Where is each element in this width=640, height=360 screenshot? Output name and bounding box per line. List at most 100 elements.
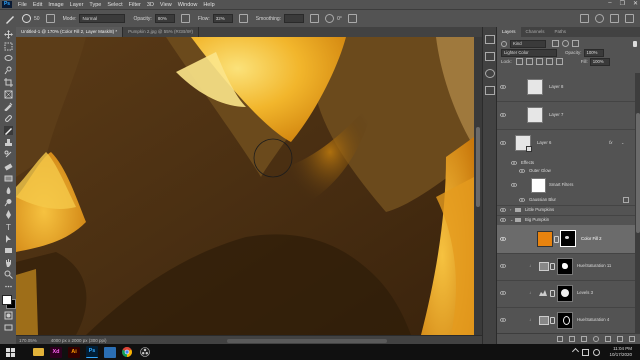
lock-paint-icon[interactable] bbox=[525, 58, 533, 65]
mask-link-icon[interactable] bbox=[550, 263, 555, 270]
menu-edit[interactable]: Edit bbox=[33, 2, 42, 8]
marquee-tool-icon[interactable] bbox=[4, 42, 13, 51]
visibility-eye-icon[interactable] bbox=[519, 198, 525, 202]
menu-select[interactable]: Select bbox=[107, 2, 122, 8]
lasso-tool-icon[interactable] bbox=[4, 54, 13, 63]
lock-artboard-icon[interactable] bbox=[545, 58, 553, 65]
adjustments-panel-icon[interactable] bbox=[485, 69, 495, 78]
fill-color-thumbnail[interactable] bbox=[537, 231, 553, 247]
mask-link-icon[interactable] bbox=[554, 236, 559, 243]
visibility-eye-icon[interactable] bbox=[511, 183, 517, 187]
type-tool-icon[interactable]: T bbox=[4, 222, 13, 231]
visibility-eye-icon[interactable] bbox=[500, 141, 506, 145]
workspace-icon[interactable] bbox=[610, 14, 619, 23]
menu-filter[interactable]: Filter bbox=[129, 2, 141, 8]
brush-settings-icon[interactable] bbox=[45, 14, 55, 23]
visibility-eye-icon[interactable] bbox=[500, 291, 506, 295]
document-info[interactable]: 4000 px x 2000 px (300 ppi) bbox=[51, 338, 107, 343]
visibility-eye-icon[interactable] bbox=[500, 318, 506, 322]
windows-start-icon[interactable] bbox=[6, 347, 15, 357]
frame-tool-icon[interactable] bbox=[4, 90, 13, 99]
visibility-eye-icon[interactable] bbox=[500, 113, 506, 117]
lock-pixels-icon[interactable] bbox=[515, 58, 523, 65]
brush-tool-icon[interactable] bbox=[4, 14, 16, 24]
taskbar-clock[interactable]: 11:04 PM 10/17/2020 bbox=[609, 346, 632, 358]
share-icon[interactable] bbox=[625, 14, 634, 23]
filter-adjustment-icon[interactable] bbox=[562, 40, 569, 47]
menu-image[interactable]: Image bbox=[48, 2, 63, 8]
new-adjustment-icon[interactable] bbox=[593, 336, 599, 342]
search-icon[interactable] bbox=[595, 14, 604, 23]
effect-row[interactable]: Outer Glow bbox=[497, 167, 635, 175]
visibility-eye-icon[interactable] bbox=[500, 237, 506, 241]
layer-mask-thumbnail[interactable] bbox=[560, 230, 576, 247]
visibility-eye-icon[interactable] bbox=[500, 218, 506, 222]
brush-size[interactable]: 50 bbox=[34, 16, 40, 22]
link-layers-icon[interactable] bbox=[557, 336, 563, 342]
effect-name[interactable]: Outer Glow bbox=[529, 168, 551, 173]
layers-scroll-thumb[interactable] bbox=[636, 113, 640, 233]
filter-pixel-icon[interactable] bbox=[552, 40, 559, 47]
properties-panel-icon[interactable] bbox=[485, 52, 495, 61]
eraser-tool-icon[interactable] bbox=[3, 162, 13, 171]
tray-volume-icon[interactable] bbox=[593, 349, 600, 356]
taskbar-illustrator-icon[interactable]: Ai bbox=[68, 346, 80, 358]
layers-scrollbar[interactable] bbox=[635, 73, 640, 333]
hand-tool-icon[interactable] bbox=[4, 258, 13, 267]
brush-preset-icon[interactable] bbox=[22, 14, 31, 23]
filter-options-icon[interactable] bbox=[623, 197, 629, 203]
collapse-arrow-icon[interactable]: › bbox=[510, 207, 511, 212]
canvas-vertical-scrollbar[interactable] bbox=[474, 37, 482, 335]
angle-value[interactable]: 0° bbox=[337, 16, 342, 22]
healing-brush-tool-icon[interactable] bbox=[4, 114, 13, 123]
expand-arrow-icon[interactable]: ⌄ bbox=[621, 140, 624, 145]
color-swatches[interactable] bbox=[1, 294, 16, 309]
filter-mask-thumbnail[interactable] bbox=[531, 178, 546, 193]
filter-toggle-icon[interactable] bbox=[633, 40, 637, 47]
group-name[interactable]: Little Pumpkins bbox=[525, 207, 554, 212]
effects-row[interactable]: Effects bbox=[497, 159, 635, 167]
add-mask-icon[interactable] bbox=[581, 336, 587, 342]
layer-name[interactable]: Levels 3 bbox=[577, 290, 593, 295]
swatches-panel-icon[interactable] bbox=[485, 86, 495, 95]
layer-name[interactable]: Layer 8 bbox=[549, 84, 563, 89]
taskbar-chrome-icon[interactable] bbox=[122, 347, 132, 357]
layer-opacity-input[interactable]: 100% bbox=[583, 48, 604, 57]
pressure-size-icon[interactable] bbox=[347, 14, 357, 23]
close-button[interactable]: ✕ bbox=[633, 0, 638, 7]
menu-type[interactable]: Type bbox=[89, 2, 101, 8]
layer-row[interactable]: ↓ Hue/Saturation 11 bbox=[497, 253, 635, 281]
tray-network-icon[interactable] bbox=[582, 349, 589, 356]
layer-name[interactable]: Color Fill 2 bbox=[581, 236, 602, 241]
layer-name[interactable]: Hue/Saturation 11 bbox=[577, 263, 611, 268]
layer-row[interactable]: Layer 6 fx ⌄ bbox=[497, 129, 635, 159]
menu-layer[interactable]: Layer bbox=[70, 2, 84, 8]
mask-link-icon[interactable] bbox=[550, 290, 555, 297]
expand-arrow-icon[interactable]: ⌄ bbox=[510, 217, 513, 222]
zoom-level[interactable]: 170.05% bbox=[19, 338, 37, 343]
history-brush-tool-icon[interactable] bbox=[4, 150, 13, 159]
pressure-opacity-icon[interactable] bbox=[180, 14, 190, 23]
tab-paths[interactable]: Paths bbox=[550, 27, 572, 37]
tray-chevron-icon[interactable] bbox=[571, 347, 580, 356]
layer-fill-input[interactable]: 100% bbox=[589, 57, 610, 66]
smoothing-options-icon[interactable] bbox=[310, 14, 320, 23]
new-group-icon[interactable] bbox=[605, 336, 611, 342]
filter-type-icon[interactable] bbox=[572, 40, 579, 47]
smart-filters-row[interactable]: Smart Filters bbox=[497, 175, 635, 195]
foreground-color-swatch[interactable] bbox=[2, 295, 12, 305]
layer-name[interactable]: Hue/Saturation 4 bbox=[577, 317, 609, 322]
delete-layer-icon[interactable] bbox=[629, 336, 635, 342]
pen-tool-icon[interactable] bbox=[4, 210, 13, 219]
layer-name[interactable]: Layer 6 bbox=[537, 140, 551, 145]
airbrush-icon[interactable] bbox=[238, 14, 248, 23]
tab-untitled-1[interactable]: Untitled-1 @ 170% (Color Fill 2, Layer M… bbox=[16, 27, 124, 37]
layer-mask-thumbnail[interactable] bbox=[557, 285, 573, 302]
tab-layers[interactable]: Layers bbox=[497, 27, 521, 37]
new-layer-icon[interactable] bbox=[617, 336, 623, 342]
eyedropper-tool-icon[interactable] bbox=[3, 102, 13, 111]
filter-kind-select[interactable]: Kind bbox=[510, 39, 546, 48]
document-canvas[interactable] bbox=[16, 37, 474, 335]
visibility-eye-icon[interactable] bbox=[500, 264, 506, 268]
minimize-button[interactable]: – bbox=[608, 0, 611, 7]
